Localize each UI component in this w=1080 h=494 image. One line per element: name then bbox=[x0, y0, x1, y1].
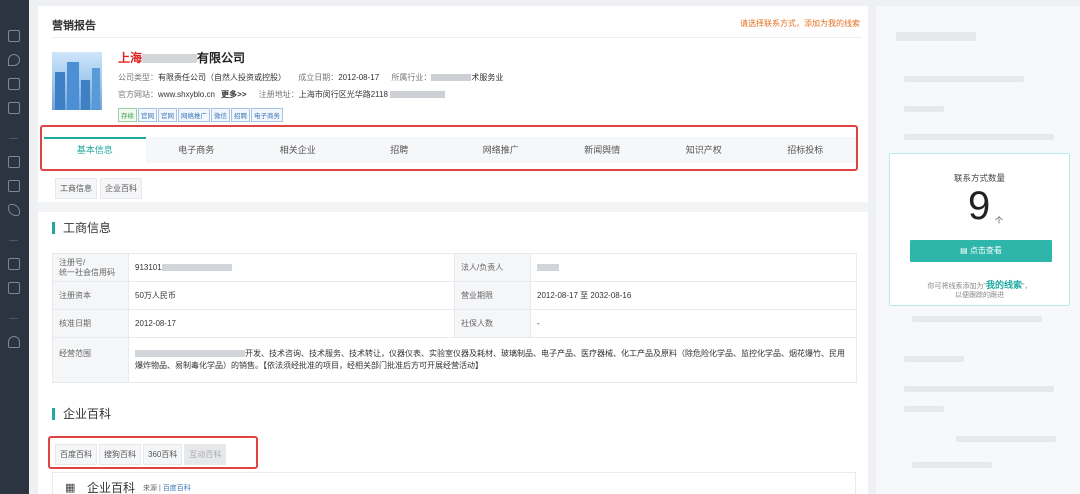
redacted-block bbox=[135, 350, 245, 358]
nav-divider bbox=[9, 240, 18, 241]
legal-rep-value bbox=[530, 253, 857, 282]
header-divider bbox=[52, 37, 862, 38]
contact-count-number: 9 bbox=[968, 184, 991, 228]
contact-count-title: 联系方式数量 bbox=[953, 173, 1005, 183]
business-info-table: 注册号/ 统一社会信用码 913101 法人/负责人 注册资本 50万人民币 营… bbox=[52, 253, 857, 383]
business-term-label: 营业期限 bbox=[454, 281, 531, 310]
encyclopedia-tabs-highlight: 百度百科 搜狗百科 360百科 互动百科 bbox=[48, 436, 258, 469]
table-row: 核准日期 2012-08-17 社保人数 - bbox=[52, 309, 857, 338]
add-lead-link[interactable]: 请选择联系方式，添加为我的线索 bbox=[740, 18, 860, 29]
website-more-link[interactable]: 更多>> bbox=[221, 90, 246, 99]
reg-capital-label: 注册资本 bbox=[52, 281, 129, 310]
reg-number-value: 913101 bbox=[128, 253, 455, 282]
encyclopedia-title: 企业百科 bbox=[52, 408, 111, 420]
contact-count-unit: 个 bbox=[995, 216, 1003, 225]
contact-count-card: 联系方式数量 9 个 ▤ 点击查看 你可将线索添加为"我的线索"， 以便跟踪的跟… bbox=[889, 153, 1070, 306]
tag: 官网 bbox=[158, 108, 177, 122]
sub-tabs: 工商信息 企业百科 bbox=[55, 178, 145, 199]
approval-date-value: 2012-08-17 bbox=[128, 309, 455, 338]
encyclopedia-source: 来源 | 百度百科 bbox=[143, 485, 191, 492]
layers-icon[interactable] bbox=[8, 78, 20, 90]
subtab-encyclopedia[interactable]: 企业百科 bbox=[100, 178, 142, 199]
business-info-title: 工商信息 bbox=[52, 222, 111, 234]
redacted-block bbox=[161, 264, 232, 272]
page-title: 营销报告 bbox=[52, 20, 96, 32]
tab-sogou-baike[interactable]: 搜狗百科 bbox=[99, 444, 141, 465]
nav-divider bbox=[9, 318, 18, 319]
tab-basic-info[interactable]: 基本信息 bbox=[44, 137, 146, 163]
folder-icon[interactable] bbox=[8, 180, 20, 192]
tag: 微信 bbox=[211, 108, 230, 122]
business-scope-label: 经营范围 bbox=[52, 337, 129, 383]
folder-open-icon[interactable] bbox=[8, 282, 20, 294]
tab-online-promotion[interactable]: 网络推广 bbox=[450, 137, 552, 163]
view-contacts-button[interactable]: ▤ 点击查看 bbox=[910, 240, 1052, 262]
social-security-value: - bbox=[530, 309, 857, 338]
section-divider bbox=[38, 202, 868, 212]
tab-360-baike[interactable]: 360百科 bbox=[143, 444, 183, 465]
report-icon[interactable] bbox=[8, 156, 20, 168]
business-term-value: 2012-08-17 至 2032-08-16 bbox=[530, 281, 857, 310]
contact-tip-2: 以便跟踪的跟进 bbox=[955, 292, 1004, 299]
table-row: 注册号/ 统一社会信用码 913101 法人/负责人 bbox=[52, 253, 857, 282]
tab-ecommerce[interactable]: 电子商务 bbox=[146, 137, 248, 163]
approval-date-label: 核准日期 bbox=[52, 309, 129, 338]
encyclopedia-card: ▦ 企业百科 来源 | 百度百科 bbox=[52, 472, 856, 494]
tag-status: 存续 bbox=[118, 108, 137, 122]
redacted-block bbox=[389, 91, 445, 99]
left-nav bbox=[0, 0, 29, 494]
source-link[interactable]: 百度百科 bbox=[163, 485, 191, 492]
tag: 电子商务 bbox=[251, 108, 283, 122]
nav-divider bbox=[9, 138, 18, 139]
report-tabs-highlight: 基本信息 电子商务 相关企业 招聘 网络推广 新闻舆情 知识产权 招标投标 bbox=[40, 125, 858, 171]
my-leads-link[interactable]: 我的线索 bbox=[986, 280, 1022, 290]
phone-icon[interactable] bbox=[8, 204, 20, 216]
tab-baidu-baike[interactable]: 百度百科 bbox=[55, 444, 97, 465]
table-row: 经营范围 开发、技术咨询、技术服务、技术转让，仪器仪表、实验室仪器及耗材、玻璃制… bbox=[52, 337, 857, 383]
company-tags: 存续 官网 官网 网络推广 微信 招聘 电子商务 bbox=[118, 108, 284, 122]
tag: 官网 bbox=[138, 108, 157, 122]
tab-related-companies[interactable]: 相关企业 bbox=[247, 137, 349, 163]
user-icon[interactable] bbox=[8, 336, 20, 348]
social-security-label: 社保人数 bbox=[454, 309, 531, 338]
tag: 网络推广 bbox=[178, 108, 210, 122]
reg-capital-value: 50万人民币 bbox=[128, 281, 455, 310]
encyclopedia-card-title: 企业百科 bbox=[87, 481, 136, 494]
tab-recruitment[interactable]: 招聘 bbox=[349, 137, 451, 163]
document-icon[interactable] bbox=[8, 30, 20, 42]
legal-rep-label: 法人/负责人 bbox=[454, 253, 531, 282]
clipboard-icon[interactable] bbox=[8, 102, 20, 114]
tab-news[interactable]: 新闻舆情 bbox=[552, 137, 654, 163]
books-icon: ▦ bbox=[65, 482, 76, 494]
company-name: 上海 有限公司 bbox=[118, 51, 246, 65]
grid-icon[interactable] bbox=[8, 258, 20, 270]
company-info-row-1: 公司类型：有限责任公司（自然人投资或控股） 成立日期：2012-08-17 所属… bbox=[118, 73, 504, 82]
company-logo bbox=[52, 52, 102, 110]
redacted-block bbox=[142, 54, 198, 64]
tag: 招聘 bbox=[231, 108, 250, 122]
table-row: 注册资本 50万人民币 营业期限 2012-08-17 至 2032-08-16 bbox=[52, 281, 857, 310]
tab-hudong-baike[interactable]: 互动百科 bbox=[184, 444, 227, 465]
location-icon[interactable] bbox=[8, 54, 20, 66]
business-scope-value: 开发、技术咨询、技术服务、技术转让，仪器仪表、实验室仪器及耗材、玻璃制品、电子产… bbox=[128, 337, 857, 383]
subtab-business-info[interactable]: 工商信息 bbox=[55, 178, 97, 199]
tab-ip[interactable]: 知识产权 bbox=[653, 137, 755, 163]
reg-number-label: 注册号/ 统一社会信用码 bbox=[52, 253, 129, 282]
company-info-row-2: 官方网站：www.shxyblo.cn 更多>> 注册地址：上海市闵行区光华路2… bbox=[118, 89, 445, 100]
report-tabs: 基本信息 电子商务 相关企业 招聘 网络推广 新闻舆情 知识产权 招标投标 bbox=[44, 137, 856, 163]
redacted-block bbox=[431, 74, 472, 82]
redacted-block bbox=[537, 264, 559, 272]
tab-bidding[interactable]: 招标投标 bbox=[755, 137, 857, 163]
report-panel: 营销报告 请选择联系方式，添加为我的线索 上海 有限公司 公司类型：有限责任公司（… bbox=[38, 6, 868, 494]
